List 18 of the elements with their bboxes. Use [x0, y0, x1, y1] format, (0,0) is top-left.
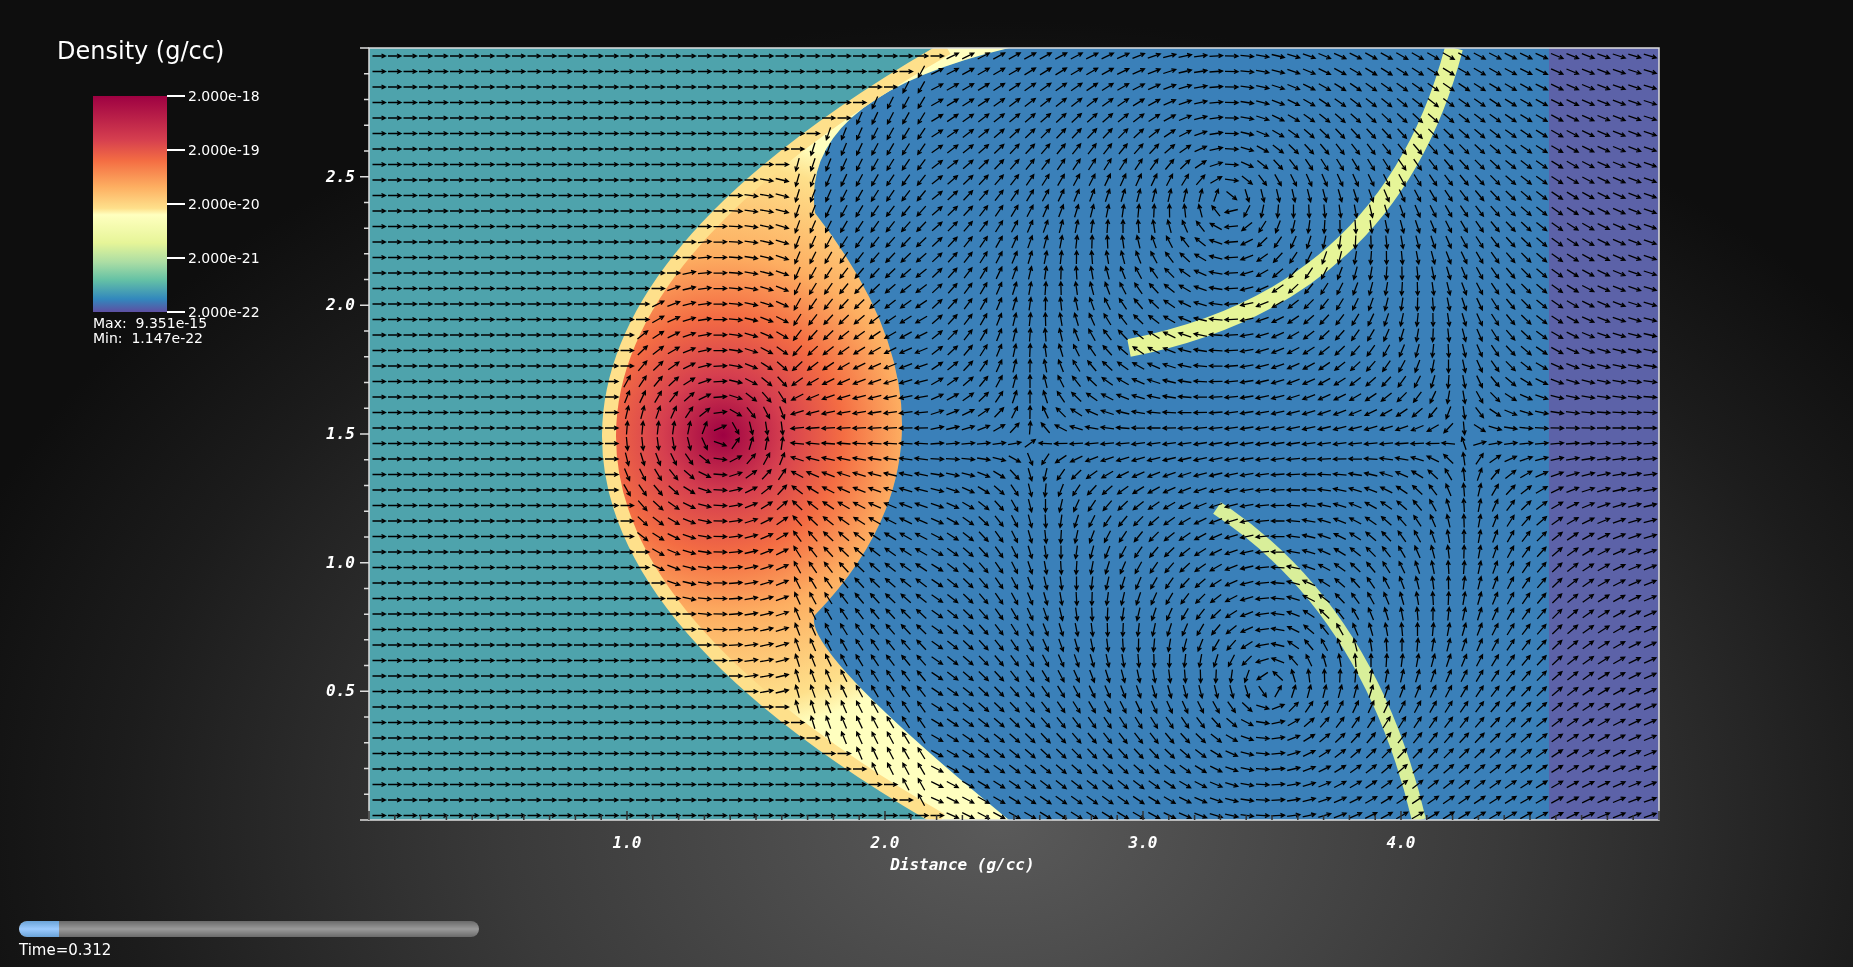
- x-tick-label: 4.0: [1386, 833, 1416, 852]
- y-tick-label: 1.5: [326, 424, 355, 443]
- x-tick-label: 1.0: [612, 833, 642, 852]
- legend-tick-label: 2.000e-20: [188, 196, 260, 212]
- x-axis-title: Distance (g/cc): [890, 855, 1035, 874]
- x-tick-label: 2.0: [870, 833, 900, 852]
- legend-min-label: Min: 1.147e-22: [93, 331, 204, 346]
- x-tick-label: 3.0: [1128, 833, 1158, 852]
- legend-max-label: Max: 9.351e-15: [93, 316, 208, 331]
- legend-tick-label: 2.000e-19: [188, 142, 260, 158]
- legend-tick-label: 2.000e-18: [188, 88, 260, 104]
- legend-tick-label: 2.000e-21: [188, 250, 260, 266]
- time-label: Time=0.312: [19, 941, 112, 959]
- y-tick-label: 2.5: [326, 166, 355, 186]
- y-tick-label: 0.5: [326, 681, 355, 701]
- legend-title: Density (g/cc): [57, 36, 225, 66]
- y-tick-label: 1.0: [326, 552, 355, 572]
- y-tick-label: 2.0: [326, 295, 355, 315]
